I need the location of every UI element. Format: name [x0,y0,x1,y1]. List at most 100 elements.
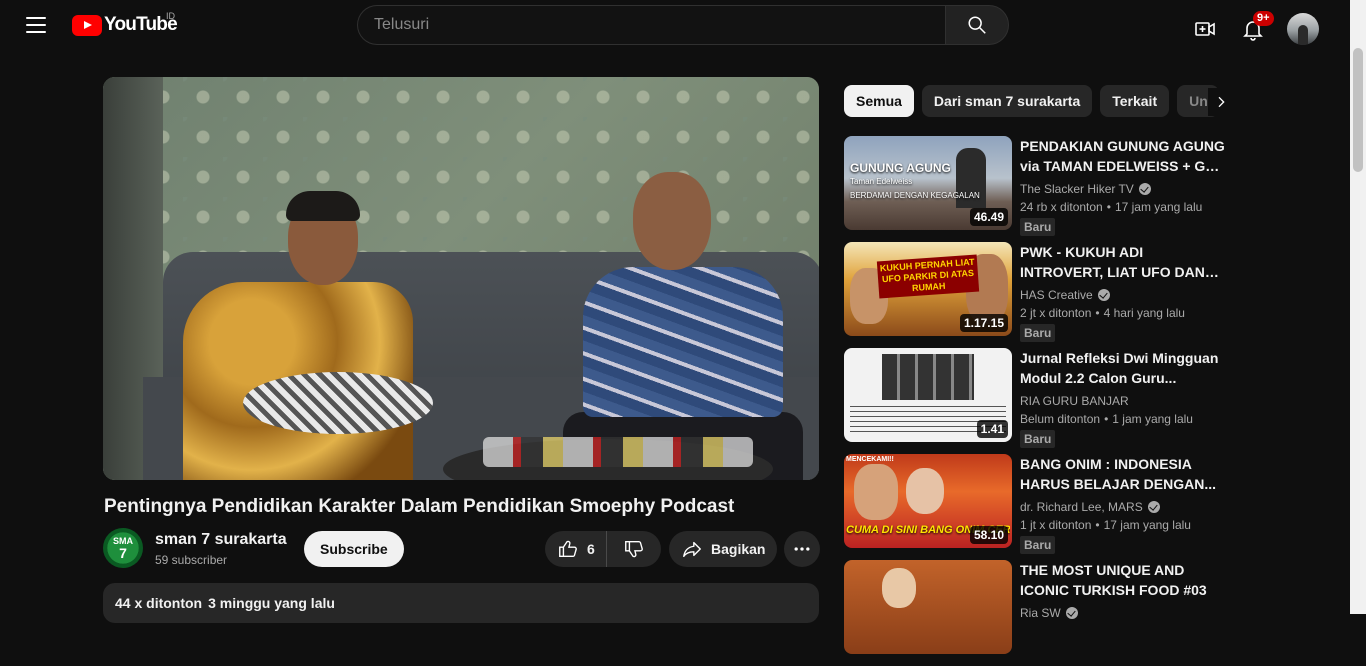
view-count: 2 jt x ditonton [1020,306,1092,320]
new-badge: Baru [1020,324,1056,342]
video-thumbnail[interactable]: KUKUH PERNAH LIAT UFO PARKIR DI ATAS RUM… [844,242,1012,336]
channel-label: HAS Creative [1020,288,1093,302]
share-icon [683,541,701,558]
thumbnail-figure [906,468,944,514]
channel-label: Ria SW [1020,606,1061,620]
dislike-button[interactable] [607,531,661,567]
like-button[interactable]: 6 [545,531,607,567]
youtube-logo[interactable]: YouTube [72,14,178,36]
channel-avatar-number: 7 [119,544,127,561]
subscribe-button[interactable]: Subscribe [304,531,404,567]
menu-icon[interactable] [24,13,48,37]
thumbnail-tagline: BERDAMAI DENGAN KEGAGALAN [850,191,980,200]
upload-age: 17 jam yang lalu [1103,518,1191,532]
new-badge: Baru [1020,430,1056,448]
chip-related[interactable]: Terkait [1100,85,1170,117]
recommendation-item[interactable]: KUKUH PERNAH LIAT UFO PARKIR DI ATAS RUM… [844,242,1234,348]
chip-from-channel[interactable]: Dari sman 7 surakarta [921,85,1093,117]
page-scrollbar[interactable] [1350,0,1366,614]
create-video-icon [1195,22,1215,36]
verified-check-icon [1138,183,1151,195]
video-frame-guest [543,172,819,480]
video-duration: 1.41 [976,420,1008,438]
recommendation-item[interactable]: 1.41 Jurnal Refleksi Dwi Mingguan Modul … [844,348,1234,454]
video-thumbnail[interactable]: 1.41 [844,348,1012,442]
recommendation-list: GUNUNG AGUNG Taman Edelweiss BERDAMAI DE… [844,136,1234,666]
like-dislike-group: 6 [545,531,661,567]
search-bar [357,5,1009,45]
account-avatar[interactable] [1287,13,1319,45]
recommendation-info: PENDAKIAN GUNUNG AGUNG via TAMAN EDELWEI… [1020,136,1226,242]
region-code: ID [166,11,175,21]
recommendation-meta: 1 jt x ditonton • 17 jam yang lalu [1020,518,1191,532]
view-count: Belum ditonton [1020,412,1101,426]
notifications-button[interactable]: 9+ [1233,9,1274,49]
recommendation-channel[interactable]: dr. Richard Lee, MARS [1020,500,1226,514]
youtube-play-icon [72,14,102,36]
thumbnail-figure [854,464,898,520]
verified-check-icon [1065,607,1078,619]
thumbnail-text: KUKUH PERNAH LIAT UFO PARKIR DI ATAS RUM… [876,254,980,299]
thumbnail-text: GUNUNG AGUNG Taman Edelweiss BERDAMAI DE… [850,162,980,202]
channel-name[interactable]: sman 7 surakarta [155,531,287,549]
video-title: Pentingnya Pendidikan Karakter Dalam Pen… [104,496,735,517]
upload-age: 17 jam yang lalu [1114,200,1203,214]
thumbnail-title: GUNUNG AGUNG [850,161,951,175]
search-icon [968,16,986,34]
search-button[interactable] [945,5,1009,45]
top-bar: YouTube ID 9+ [0,0,1350,50]
recommendation-title[interactable]: THE MOST UNIQUE AND ICONIC TURKISH FOOD … [1020,560,1226,600]
video-thumbnail[interactable]: MENCEKAMI!! CUMA DI SINI BANG ONIM CERIT… [844,454,1012,548]
more-actions-button[interactable] [784,531,820,567]
recommendation-item[interactable]: THE MOST UNIQUE AND ICONIC TURKISH FOOD … [844,560,1234,666]
video-meta: 44 x ditonton 3 minggu yang lalu [115,595,807,611]
recommendation-title[interactable]: PENDAKIAN GUNUNG AGUNG via TAMAN EDELWEI… [1020,136,1226,176]
recommendation-title[interactable]: PWK - KUKUH ADI INTROVERT, LIAT UFO DAN … [1020,242,1226,282]
video-thumbnail[interactable] [844,560,1012,654]
video-thumbnail[interactable]: GUNUNG AGUNG Taman Edelweiss BERDAMAI DE… [844,136,1012,230]
subscriber-count: 59 subscriber [155,553,228,567]
view-count: 24 rb x ditonton [1020,200,1103,214]
like-count: 6 [587,541,595,557]
video-frame-host [153,191,413,480]
recommendation-item[interactable]: MENCEKAMI!! CUMA DI SINI BANG ONIM CERIT… [844,454,1234,560]
scrollbar-thumb[interactable] [1353,48,1363,172]
share-label: Bagikan [711,541,766,557]
thumbs-down-icon [625,540,643,558]
channel-label: The Slacker Hiker TV [1020,182,1134,196]
channel-avatar[interactable]: SMA 7 [103,528,143,568]
video-player[interactable] [103,77,819,480]
recommendation-info: THE MOST UNIQUE AND ICONIC TURKISH FOOD … [1020,560,1226,666]
chips-next-button[interactable] [1208,88,1234,116]
view-count: 1 jt x ditonton [1020,518,1092,532]
notification-badge: 9+ [1253,11,1274,26]
recommendation-channel[interactable]: HAS Creative [1020,288,1226,302]
video-duration: 1.17.15 [959,314,1008,332]
search-input[interactable] [357,5,945,45]
recommendation-channel[interactable]: Ria SW [1020,606,1226,620]
recommendation-item[interactable]: GUNUNG AGUNG Taman Edelweiss BERDAMAI DE… [844,136,1234,242]
thumbs-up-icon [559,540,577,558]
recommendation-info: BANG ONIM : INDONESIA HARUS BELAJAR DENG… [1020,454,1226,560]
upload-age: 1 jam yang lalu [1112,412,1193,426]
channel-row: SMA 7 sman 7 surakarta 59 subscriber Sub… [103,527,820,569]
recommendation-channel[interactable]: RIA GURU BANJAR [1020,394,1226,408]
description-box[interactable]: 44 x ditonton 3 minggu yang lalu [103,583,819,623]
create-button[interactable] [1185,9,1225,49]
recommendation-meta: 2 jt x ditonton • 4 hari yang lalu [1020,306,1185,320]
recommendation-channel[interactable]: The Slacker Hiker TV [1020,182,1226,196]
recommendation-title[interactable]: Jurnal Refleksi Dwi Mingguan Modul 2.2 C… [1020,348,1226,388]
upload-age: 3 minggu yang lalu [208,595,335,611]
view-count: 44 x ditonton [115,595,203,611]
recommendation-title[interactable]: BANG ONIM : INDONESIA HARUS BELAJAR DENG… [1020,454,1226,494]
thumbnail-subtitle: Taman Edelweiss [850,177,913,186]
chip-all[interactable]: Semua [844,85,914,117]
recommendation-meta: Belum ditonton • 1 jam yang lalu [1020,412,1193,426]
chevron-right-icon [1218,96,1225,108]
thumbnail-figure [882,568,916,608]
channel-label: RIA GURU BANJAR [1020,394,1129,408]
verified-check-icon [1147,501,1160,513]
video-duration: 58.10 [969,526,1008,544]
share-button[interactable]: Bagikan [669,531,777,567]
verified-check-icon [1097,289,1110,301]
